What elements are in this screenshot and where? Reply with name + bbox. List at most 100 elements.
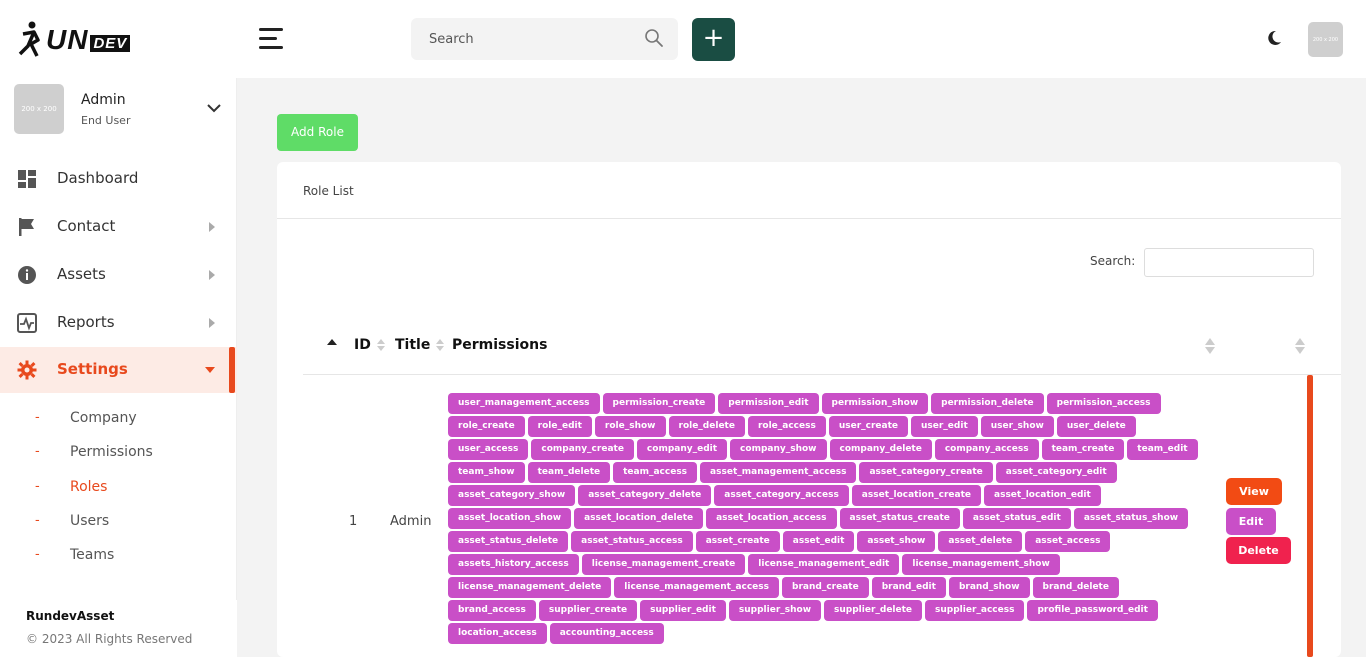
column-header-title[interactable]: Title <box>395 337 445 353</box>
permission-badge: asset_location_edit <box>984 485 1101 506</box>
sidebar-subitem-users[interactable]: - Users <box>0 508 237 536</box>
permission-badge: permission_edit <box>718 393 819 414</box>
permission-badge: accounting_access <box>549 623 664 644</box>
hamburger-icon[interactable] <box>259 28 283 50</box>
sort-asc-icon[interactable] <box>326 337 338 347</box>
user-panel[interactable]: 200 x 200 Admin End User <box>14 84 234 136</box>
permission-badge: asset_status_create <box>839 508 960 529</box>
search-input[interactable] <box>411 18 621 60</box>
footer-copyright: © 2023 All Rights Reserved <box>26 632 193 646</box>
permission-badge: asset_status_show <box>1073 508 1189 529</box>
bullet-dash: - <box>35 410 40 425</box>
add-new-button[interactable]: + <box>692 18 735 61</box>
bullet-dash: - <box>35 513 40 528</box>
runner-r-icon <box>18 21 40 57</box>
sidebar-subitem-company[interactable]: - Company <box>0 405 237 433</box>
gear-icon <box>17 360 37 380</box>
info-icon <box>18 266 36 284</box>
logo[interactable]: UN DEV <box>18 14 143 66</box>
sidebar-item-assets[interactable]: Assets <box>0 252 237 298</box>
sidebar-subitem-roles[interactable]: - Roles <box>0 474 237 502</box>
sidebar-subitem-teams[interactable]: - Teams <box>0 542 237 570</box>
table-search-input[interactable] <box>1144 248 1314 277</box>
permission-badge: role_edit <box>527 416 592 437</box>
permission-badge: brand_access <box>448 600 536 621</box>
permission-badge: brand_create <box>782 577 869 598</box>
sidebar-subitem-label: Teams <box>70 547 115 563</box>
user-name: Admin <box>81 92 126 108</box>
sidebar-item-label: Assets <box>57 265 106 283</box>
sidebar-item-label: Dashboard <box>57 169 139 187</box>
column-header-label: Title <box>395 337 431 353</box>
permission-badge: license_management_create <box>581 554 746 575</box>
logo-text: UN <box>46 24 89 55</box>
column-header-id[interactable]: ID <box>354 337 385 353</box>
card-title: Role List <box>303 184 354 198</box>
permission-badge: user_show <box>980 416 1054 437</box>
cell-title: Admin <box>390 514 432 529</box>
edit-button[interactable]: Edit <box>1226 508 1276 535</box>
header-avatar[interactable]: 200 x 200 <box>1308 22 1343 57</box>
permission-badge: asset_category_delete <box>578 485 712 506</box>
permission-badge: asset_edit <box>782 531 855 552</box>
permission-badge: team_delete <box>527 462 611 483</box>
permission-badge: asset_status_edit <box>962 508 1071 529</box>
permission-badge: supplier_delete <box>824 600 923 621</box>
sort-icon[interactable] <box>1294 337 1306 355</box>
sort-icon[interactable] <box>1204 337 1216 355</box>
permission-badge: role_access <box>747 416 826 437</box>
avatar: 200 x 200 <box>14 84 64 134</box>
permission-badge: role_create <box>448 416 525 437</box>
permission-badge: asset_location_create <box>851 485 982 506</box>
permission-badge: license_management_delete <box>448 577 612 598</box>
permission-badge: asset_category_edit <box>995 462 1117 483</box>
permission-badge: asset_status_access <box>571 531 693 552</box>
permission-badge: role_delete <box>668 416 745 437</box>
sidebar-item-label: Reports <box>57 313 115 331</box>
sort-icon <box>436 339 445 351</box>
sidebar-subitem-label: Permissions <box>70 444 153 460</box>
sidebar-item-settings[interactable]: Settings <box>0 347 237 393</box>
search-icon[interactable] <box>644 28 664 48</box>
permission-badge: asset_access <box>1025 531 1111 552</box>
permission-badge: supplier_show <box>728 600 822 621</box>
permission-badge: permission_show <box>821 393 929 414</box>
moon-icon[interactable] <box>1265 29 1283 47</box>
chevron-right-icon <box>209 222 215 232</box>
permission-badge: supplier_create <box>538 600 638 621</box>
column-header-permissions[interactable]: Permissions <box>452 337 547 353</box>
delete-button[interactable]: Delete <box>1226 537 1291 564</box>
role-list-card: Role List Search: ID Title Permissions 1… <box>277 162 1341 657</box>
header-divider <box>303 374 1341 375</box>
bullet-dash: - <box>35 547 40 562</box>
permission-badge: team_show <box>448 462 525 483</box>
view-button[interactable]: View <box>1226 478 1282 505</box>
permission-badge: assets_history_access <box>448 554 579 575</box>
permission-badge: company_create <box>531 439 634 460</box>
sidebar: 200 x 200 Admin End User Dashboard Conta… <box>0 78 240 657</box>
dashboard-icon <box>18 170 36 188</box>
chevron-down-icon[interactable] <box>206 102 222 114</box>
permission-badge: asset_create <box>695 531 780 552</box>
sidebar-subitem-permissions[interactable]: - Permissions <box>0 439 237 467</box>
sidebar-subitem-label: Users <box>70 513 110 529</box>
permission-badge: asset_status_delete <box>448 531 569 552</box>
permission-badge: brand_show <box>948 577 1030 598</box>
sidebar-item-reports[interactable]: Reports <box>0 300 237 346</box>
sidebar-item-contact[interactable]: Contact <box>0 204 237 250</box>
add-role-button[interactable]: Add Role <box>277 114 358 151</box>
permission-badge: asset_management_access <box>700 462 857 483</box>
permission-badge: location_access <box>448 623 547 644</box>
permission-badge: user_access <box>448 439 529 460</box>
table-search-label: Search: <box>1090 254 1136 268</box>
permission-badge: asset_delete <box>938 531 1023 552</box>
sidebar-item-dashboard[interactable]: Dashboard <box>0 156 237 202</box>
permission-badge: user_edit <box>911 416 978 437</box>
permission-badge: user_delete <box>1056 416 1136 437</box>
sort-icon <box>376 339 385 351</box>
permission-badge: company_show <box>730 439 827 460</box>
sidebar-footer: RundevAsset © 2023 All Rights Reserved <box>0 600 240 657</box>
scrollbar[interactable] <box>1307 375 1313 657</box>
permission-badge: supplier_access <box>925 600 1025 621</box>
column-header-label: ID <box>354 337 371 353</box>
